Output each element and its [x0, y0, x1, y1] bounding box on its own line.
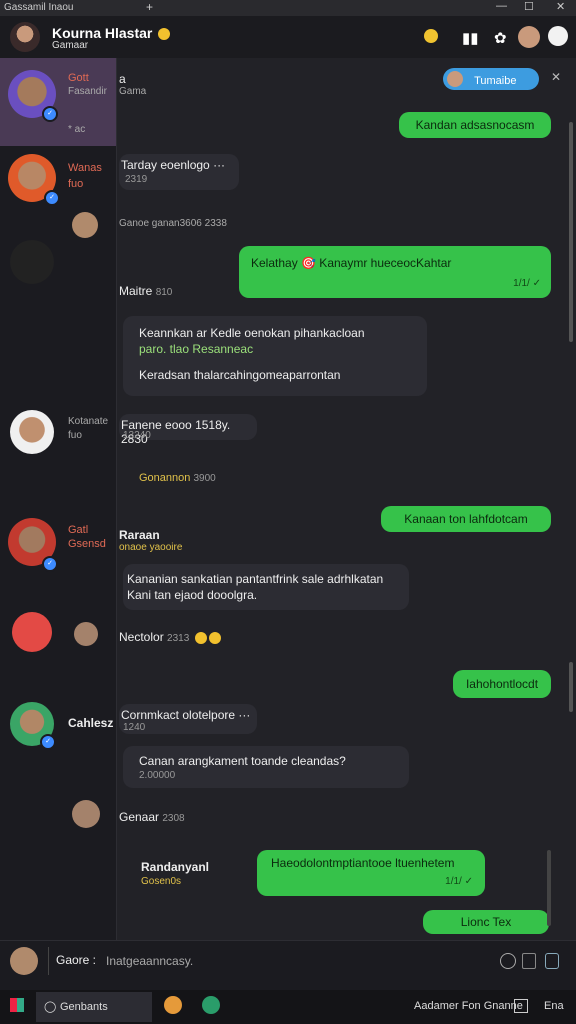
notification-icon[interactable] — [424, 29, 438, 47]
contact-name: Gatl — [68, 524, 89, 536]
sender-label: Gonannon 3900 — [139, 472, 216, 484]
verified-icon: ✓ — [44, 190, 60, 206]
avatar[interactable] — [10, 22, 40, 52]
taskbar-search[interactable]: ◯ Genbants — [36, 992, 152, 1022]
settings-icon[interactable]: ✿ — [494, 29, 507, 47]
scrollbar[interactable] — [547, 850, 551, 926]
page-title: Kourna Hlastar — [52, 25, 171, 41]
message-incoming[interactable]: Kananian sankatian pantantfrink sale adr… — [123, 564, 409, 610]
message-outgoing[interactable]: Haeodolontmptiantooe ltuenhetem 1/1/ ✓ — [257, 850, 485, 896]
message-incoming[interactable]: Canan arangkament toande cleandas? 2.000… — [123, 746, 409, 788]
status-badge[interactable]: Tumaibe — [443, 68, 539, 90]
sidebar-item[interactable]: ✓ Wanas fuo — [0, 148, 116, 208]
window-tab[interactable]: Gassamil Inaou — [4, 2, 73, 13]
sidebar-item[interactable]: ✓ Cahlesz — [0, 700, 116, 750]
taskbar-clock: Ena — [544, 1000, 564, 1012]
attach-icon[interactable] — [522, 953, 536, 969]
chat-header: Kourna Hlastar Gamaar ▮▮ ✿ — [0, 16, 576, 58]
message-outgoing[interactable]: Kanaan ton lahfdotcam — [381, 506, 551, 532]
verified-icon: ✓ — [40, 734, 56, 750]
verified-icon: ✓ — [42, 106, 58, 122]
contact-preview: * ac — [68, 124, 86, 135]
taskbar-app-icon[interactable] — [164, 996, 182, 1014]
app-logo-icon[interactable] — [12, 612, 52, 652]
close-button[interactable]: ✕ — [556, 0, 565, 13]
maximize-button[interactable]: ☐ — [524, 0, 534, 13]
message-outgoing[interactable]: Kelathay 🎯 Kanaymr hueceocKahtar 1/1/ ✓ — [239, 246, 551, 298]
message-incoming[interactable]: Cornmkact olotelpore ··· 1240 — [119, 704, 257, 734]
avatar[interactable] — [74, 622, 98, 646]
avatar[interactable] — [10, 240, 54, 284]
avatar[interactable] — [72, 800, 100, 828]
contact-sub: fuo — [68, 430, 82, 441]
sender-sub: Gama — [119, 86, 147, 97]
avatar[interactable] — [72, 212, 98, 238]
divider — [48, 947, 49, 975]
tray-icon[interactable] — [514, 999, 528, 1013]
sender-label: Genaar 2308 — [119, 810, 185, 824]
scrollbar[interactable] — [569, 662, 573, 712]
contact-sub: Gsensd — [68, 538, 106, 550]
contact-name: Wanas — [68, 162, 102, 174]
avatar — [447, 71, 463, 87]
minimize-button[interactable]: — — [496, 0, 507, 12]
start-icon[interactable] — [10, 998, 24, 1012]
message-outgoing[interactable]: Iahohontlocdt — [453, 670, 551, 698]
avatar — [10, 410, 54, 454]
verified-icon: ✓ — [42, 556, 58, 572]
sidebar-item[interactable]: Kotanate fuo — [0, 408, 116, 458]
sender-label: Maitre 810 — [119, 284, 173, 298]
message-incoming-small: Ganoe ganan3606 2338 — [119, 218, 227, 229]
new-tab-button[interactable]: + — [146, 0, 153, 14]
scrollbar[interactable] — [569, 122, 573, 342]
sender-label: Randanyanl — [141, 860, 210, 874]
contact-sub: Fasandir — [68, 86, 107, 97]
message-incoming[interactable]: Fanene eooo 1518y. 2830 13240 — [119, 414, 257, 446]
header-subtitle: Gamaar — [52, 40, 89, 51]
send-icon[interactable] — [545, 953, 559, 969]
contact-name: Cahlesz — [68, 716, 114, 730]
message-outgoing[interactable]: Lionc Tex — [423, 910, 549, 934]
message-incoming[interactable]: Keannkan ar Kedle oenokan pihankacloan p… — [123, 316, 427, 396]
message-input[interactable]: Inatgeaanncasy. — [98, 949, 496, 973]
user-avatar[interactable] — [518, 26, 540, 48]
window-titlebar: Gassamil Inaou + — ☐ ✕ — [0, 0, 576, 16]
composer-label: Gaore : — [56, 953, 97, 967]
message-composer: Gaore : Inatgeaanncasy. — [0, 940, 576, 991]
badge-label: Tumaibe — [474, 75, 517, 87]
message-outgoing[interactable]: Kandan adsasnocasm — [399, 112, 551, 138]
sidebar-item-active[interactable]: ✓ Gott Fasandir * ac — [0, 58, 116, 146]
taskbar: ◯ Genbants Aadamer Fon Gnanne Ena — [0, 990, 576, 1024]
contact-name: Kotanate — [68, 416, 109, 427]
taskbar-tray-text: Aadamer Fon Gnanne — [414, 1000, 523, 1012]
sender-sub: onaoe yaooire — [119, 542, 183, 553]
play-icon[interactable] — [202, 996, 220, 1014]
message-incoming[interactable]: Tarday eoenlogo ··· 2319 — [119, 154, 239, 190]
emoji-icon[interactable] — [500, 953, 516, 969]
sidebar-item[interactable]: ✓ Gatl Gsensd — [0, 516, 116, 572]
user-avatar[interactable] — [10, 947, 38, 975]
sender-label: Nectolor 2313 — [119, 630, 221, 644]
sidebar: ✓ Gott Fasandir * ac ✓ Wanas fuo Kotanat… — [0, 58, 117, 940]
contact-sub: fuo — [68, 178, 84, 190]
contact-name: Gott — [68, 72, 89, 84]
star-emoji-icon — [158, 28, 171, 41]
pin-icon[interactable]: ▮▮ — [462, 29, 479, 47]
sender-label: Raraan — [119, 528, 160, 542]
chat-panel: a Gama Tumaibe ✕ Kandan adsasnocasm Tard… — [117, 58, 576, 940]
sender-name: a — [119, 72, 126, 86]
close-icon[interactable]: ✕ — [551, 70, 561, 84]
sender-sub: Gosen0s — [141, 876, 182, 887]
profile-icon[interactable] — [548, 26, 568, 46]
